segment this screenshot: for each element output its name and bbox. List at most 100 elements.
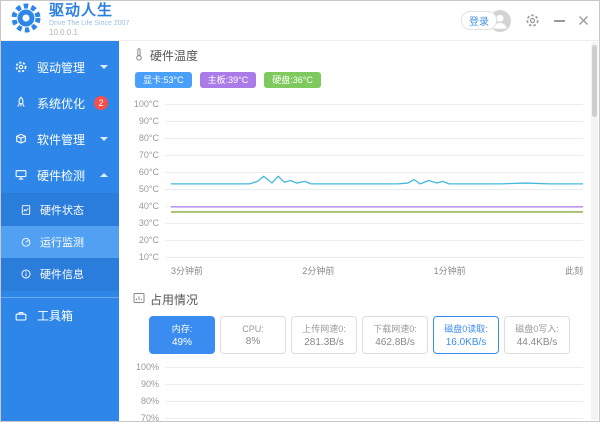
usage-card-value: 44.4KB/s <box>517 337 558 348</box>
usage-card-download[interactable]: 下载网速0: 462.8B/s <box>362 316 428 354</box>
scrollbar-thumb[interactable] <box>592 45 597 117</box>
x-axis-label: 1分钟前 <box>434 264 466 277</box>
usage-card-title: CPU: <box>242 324 264 334</box>
sidebar-item-label: 工具箱 <box>37 307 108 324</box>
sidebar: 驱动管理 系统优化 2 <box>1 41 119 422</box>
y-tick-label: 70°C <box>133 150 165 160</box>
chevron-down-icon <box>100 137 108 141</box>
toolbox-icon <box>14 309 29 323</box>
usage-card-value: 281.3B/s <box>304 337 343 348</box>
y-tick-label: 80% <box>133 396 165 406</box>
usage-card-value: 49% <box>172 337 192 348</box>
sidebar-item-software-management[interactable]: 软件管理 <box>1 121 119 157</box>
usage-card-upload[interactable]: 上传网速0: 281.3B/s <box>291 316 357 354</box>
y-tick-label: 50°C <box>133 184 165 194</box>
usage-card-cpu[interactable]: CPU: 8% <box>220 316 286 354</box>
legend-chip-gpu[interactable]: 显卡:53°C <box>135 72 192 88</box>
monitor-icon <box>14 168 29 182</box>
sidebar-item-hardware-detection[interactable]: 硬件检测 <box>1 157 119 193</box>
usage-cards: 内存: 49% CPU: 8% 上传网速0: 281.3B/s 下载网速0: 4… <box>149 316 583 354</box>
app-title: 驱动人生 <box>49 3 129 19</box>
usage-card-disk-write[interactable]: 磁盘0写入: 44.4KB/s <box>504 316 570 354</box>
brand-text: 驱动人生 Drive The Life Since 2007 10.0.0.1 <box>49 1 129 38</box>
sidebar-subitem-hardware-info[interactable]: 硬件信息 <box>1 258 119 290</box>
content-panel: 硬件温度 显卡:53°C 主板:39°C 硬盘:36°C 100°C 90°C … <box>119 41 599 422</box>
section-title: 硬件温度 <box>150 47 198 64</box>
window-controls: 登录 <box>461 10 589 32</box>
legend-chip-disk[interactable]: 硬盘:36°C <box>264 72 321 88</box>
legend-chip-mainboard[interactable]: 主板:39°C <box>200 72 257 88</box>
settings-button[interactable] <box>524 12 541 29</box>
notification-badge: 2 <box>94 96 108 110</box>
sidebar-item-label: 软件管理 <box>37 131 100 148</box>
usage-chart-icon <box>133 292 145 307</box>
app-logo-gear-icon <box>9 1 43 40</box>
scrollbar-track[interactable] <box>591 42 598 420</box>
y-tick-label: 60°C <box>133 167 165 177</box>
status-chart-icon <box>20 203 33 217</box>
app-window: 驱动人生 Drive The Life Since 2007 10.0.0.1 … <box>0 0 600 422</box>
y-tick-label: 30°C <box>133 218 165 228</box>
main-area: 驱动管理 系统优化 2 <box>1 41 599 422</box>
close-button[interactable] <box>578 15 589 26</box>
usage-card-title: 磁盘0写入: <box>515 322 559 335</box>
y-tick-label: 100% <box>133 362 165 372</box>
y-tick-label: 100°C <box>133 99 165 109</box>
temperature-chart: 100°C 90°C 80°C 70°C 60°C 50°C 40°C 30°C… <box>133 104 583 258</box>
y-tick-label: 70% <box>133 413 165 422</box>
usage-card-disk-read[interactable]: 磁盘0读取: 16.0KB/s <box>433 316 499 354</box>
driver-gear-icon <box>14 60 29 74</box>
usage-card-title: 内存: <box>172 322 193 335</box>
y-tick-label: 90°C <box>133 116 165 126</box>
usage-card-value: 462.8B/s <box>375 337 414 348</box>
sidebar-subitem-label: 运行监测 <box>40 234 119 250</box>
info-icon <box>20 267 33 281</box>
sidebar-item-label: 硬件检测 <box>37 167 100 184</box>
x-axis-label: 2分钟前 <box>302 264 334 277</box>
usage-section-header: 占用情况 <box>133 291 583 308</box>
gauge-icon <box>20 235 33 249</box>
sidebar-subitem-running-monitor[interactable]: 运行监测 <box>1 226 119 258</box>
login-button[interactable]: 登录 <box>461 10 511 32</box>
chevron-down-icon <box>100 65 108 69</box>
app-version: 10.0.0.1 <box>49 28 129 38</box>
software-box-icon <box>14 132 29 146</box>
usage-lines <box>171 367 583 422</box>
usage-card-value: 8% <box>246 336 260 347</box>
chevron-up-icon <box>100 173 108 177</box>
usage-card-memory[interactable]: 内存: 49% <box>149 316 215 354</box>
temperature-section-header: 硬件温度 <box>133 47 583 64</box>
usage-card-title: 上传网速0: <box>302 322 346 335</box>
usage-card-title: 磁盘0读取: <box>444 322 488 335</box>
sidebar-item-driver-management[interactable]: 驱动管理 <box>1 49 119 85</box>
usage-chart: 100% 90% 80% 70% <box>133 367 583 422</box>
minimize-icon <box>554 20 565 22</box>
hardware-detection-submenu: 硬件状态 运行监测 <box>1 193 119 291</box>
minimize-button[interactable] <box>554 20 565 22</box>
sidebar-item-system-optimization[interactable]: 系统优化 2 <box>1 85 119 121</box>
temperature-legend: 显卡:53°C 主板:39°C 硬盘:36°C <box>135 72 583 88</box>
thermometer-icon <box>133 48 145 64</box>
gear-icon <box>524 12 541 29</box>
usage-card-title: 下载网速0: <box>373 322 417 335</box>
temperature-lines <box>171 104 583 257</box>
brand: 驱动人生 Drive The Life Since 2007 10.0.0.1 <box>9 1 129 40</box>
app-slogan: Drive The Life Since 2007 <box>49 19 129 28</box>
login-label: 登录 <box>461 11 497 30</box>
sidebar-subitem-hardware-status[interactable]: 硬件状态 <box>1 194 119 226</box>
sidebar-item-toolbox[interactable]: 工具箱 <box>1 297 119 333</box>
y-tick-label: 10°C <box>133 252 165 262</box>
sidebar-subitem-label: 硬件状态 <box>40 202 119 218</box>
y-tick-label: 20°C <box>133 235 165 245</box>
y-tick-label: 80°C <box>133 133 165 143</box>
y-tick-label: 90% <box>133 379 165 389</box>
y-tick-label: 40°C <box>133 201 165 211</box>
x-axis-label: 此刻 <box>565 264 583 277</box>
sidebar-subitem-label: 硬件信息 <box>40 266 119 282</box>
section-title: 占用情况 <box>150 291 198 308</box>
close-icon <box>578 15 589 26</box>
x-axis-label: 3分钟前 <box>171 264 203 277</box>
sidebar-item-label: 驱动管理 <box>37 59 100 76</box>
titlebar: 驱动人生 Drive The Life Since 2007 10.0.0.1 … <box>1 1 599 41</box>
sidebar-item-label: 系统优化 <box>37 95 94 112</box>
